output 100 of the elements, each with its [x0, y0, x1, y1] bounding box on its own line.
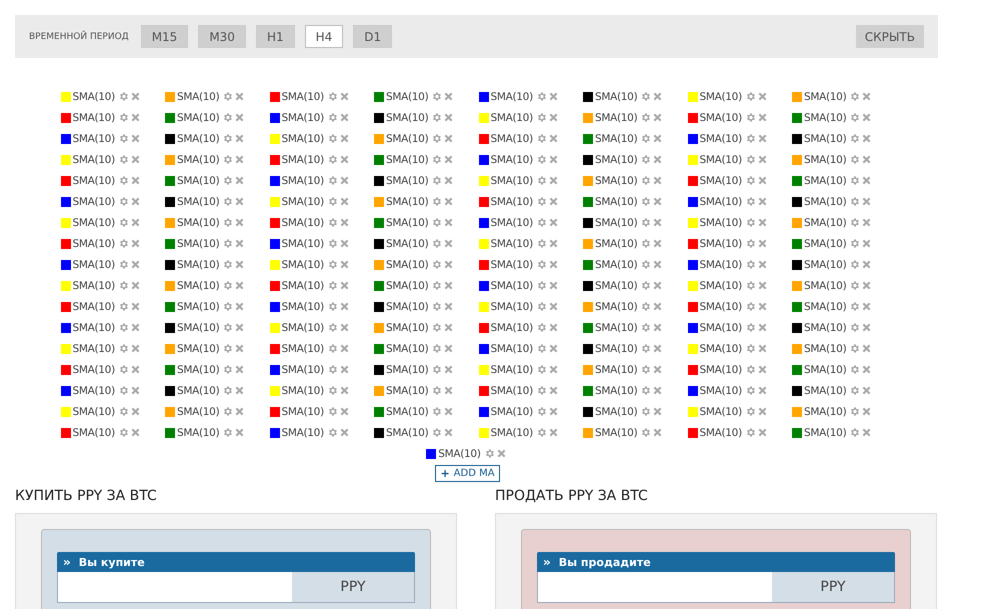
gear-icon[interactable] [744, 280, 756, 291]
gear-icon[interactable] [326, 91, 338, 102]
close-icon[interactable] [235, 302, 244, 311]
close-icon[interactable] [340, 155, 349, 164]
gear-icon[interactable] [536, 322, 547, 333]
color-swatch[interactable] [165, 176, 175, 186]
close-icon[interactable] [548, 323, 558, 332]
close-icon[interactable] [130, 281, 140, 290]
close-icon[interactable] [130, 239, 140, 248]
color-swatch[interactable] [688, 344, 698, 354]
color-swatch[interactable] [792, 92, 802, 102]
close-icon[interactable] [235, 365, 244, 374]
gear-icon[interactable] [640, 175, 652, 186]
close-icon[interactable] [130, 428, 140, 437]
gear-icon[interactable] [118, 154, 129, 165]
color-swatch[interactable] [270, 154, 280, 164]
color-swatch[interactable] [792, 428, 802, 438]
gear-icon[interactable] [222, 301, 234, 312]
close-icon[interactable] [444, 365, 454, 374]
color-swatch[interactable] [374, 364, 384, 374]
color-swatch[interactable] [270, 218, 280, 228]
color-swatch[interactable] [165, 260, 175, 270]
color-swatch[interactable] [478, 238, 488, 248]
color-swatch[interactable] [165, 364, 175, 374]
color-swatch[interactable] [165, 154, 175, 164]
close-icon[interactable] [130, 260, 140, 269]
close-icon[interactable] [653, 197, 662, 206]
close-icon[interactable] [862, 176, 872, 185]
gear-icon[interactable] [431, 238, 442, 249]
close-icon[interactable] [340, 365, 349, 374]
close-icon[interactable] [235, 260, 244, 269]
color-swatch[interactable] [165, 112, 175, 122]
gear-icon[interactable] [744, 238, 756, 249]
close-icon[interactable] [862, 281, 872, 290]
close-icon[interactable] [758, 428, 767, 437]
close-icon[interactable] [235, 344, 244, 353]
color-swatch[interactable] [688, 364, 698, 374]
close-icon[interactable] [548, 113, 558, 122]
close-icon[interactable] [653, 428, 662, 437]
gear-icon[interactable] [536, 91, 547, 102]
gear-icon[interactable] [536, 238, 547, 249]
close-icon[interactable] [653, 323, 662, 332]
gear-icon[interactable] [431, 259, 442, 270]
close-icon[interactable] [444, 323, 454, 332]
gear-icon[interactable] [118, 385, 129, 396]
gear-icon[interactable] [744, 322, 756, 333]
gear-icon[interactable] [118, 427, 129, 438]
color-swatch[interactable] [792, 280, 802, 290]
color-swatch[interactable] [165, 238, 175, 248]
color-swatch[interactable] [60, 134, 70, 144]
close-icon[interactable] [862, 197, 872, 206]
gear-icon[interactable] [640, 385, 652, 396]
color-swatch[interactable] [792, 322, 802, 332]
close-icon[interactable] [340, 176, 349, 185]
close-icon[interactable] [444, 113, 454, 122]
close-icon[interactable] [340, 92, 349, 101]
color-swatch[interactable] [688, 302, 698, 312]
gear-icon[interactable] [222, 280, 234, 291]
gear-icon[interactable] [849, 322, 860, 333]
color-swatch[interactable] [270, 302, 280, 312]
color-swatch[interactable] [478, 112, 488, 122]
color-swatch[interactable] [792, 112, 802, 122]
color-swatch[interactable] [792, 238, 802, 248]
close-icon[interactable] [444, 428, 454, 437]
close-icon[interactable] [758, 344, 767, 353]
gear-icon[interactable] [536, 406, 547, 417]
gear-icon[interactable] [744, 259, 756, 270]
close-icon[interactable] [758, 134, 767, 143]
close-icon[interactable] [653, 176, 662, 185]
color-swatch[interactable] [688, 260, 698, 270]
gear-icon[interactable] [326, 301, 338, 312]
close-icon[interactable] [340, 407, 349, 416]
gear-icon[interactable] [744, 175, 756, 186]
gear-icon[interactable] [536, 301, 547, 312]
gear-icon[interactable] [536, 343, 547, 354]
gear-icon[interactable] [326, 322, 338, 333]
close-icon[interactable] [548, 281, 558, 290]
close-icon[interactable] [862, 239, 872, 248]
gear-icon[interactable] [744, 112, 756, 123]
close-icon[interactable] [758, 281, 767, 290]
close-icon[interactable] [548, 134, 558, 143]
gear-icon[interactable] [222, 238, 234, 249]
gear-icon[interactable] [222, 322, 234, 333]
close-icon[interactable] [235, 239, 244, 248]
gear-icon[interactable] [849, 406, 860, 417]
color-swatch[interactable] [60, 112, 70, 122]
close-icon[interactable] [653, 386, 662, 395]
gear-icon[interactable] [431, 280, 442, 291]
color-swatch[interactable] [60, 196, 70, 206]
close-icon[interactable] [653, 302, 662, 311]
color-swatch[interactable] [60, 322, 70, 332]
color-swatch[interactable] [60, 428, 70, 438]
color-swatch[interactable] [374, 112, 384, 122]
gear-icon[interactable] [849, 196, 860, 207]
gear-icon[interactable] [326, 427, 338, 438]
gear-icon[interactable] [849, 112, 860, 123]
color-swatch[interactable] [792, 134, 802, 144]
close-icon[interactable] [653, 134, 662, 143]
close-icon[interactable] [758, 386, 767, 395]
color-swatch[interactable] [478, 154, 488, 164]
